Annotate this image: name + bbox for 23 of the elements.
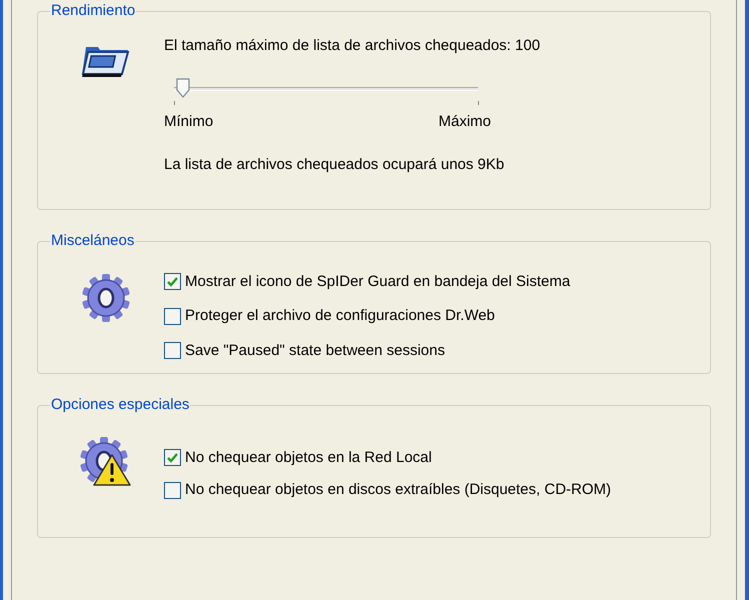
minimum-label: Mínimo — [164, 112, 214, 132]
checkmark-icon — [167, 452, 178, 463]
gear-icon — [81, 272, 131, 322]
checkbox[interactable] — [164, 342, 181, 360]
checkbox-label: Proteger el archivo de configuraciones Dr.Web — [185, 306, 495, 326]
checkbox[interactable] — [164, 308, 181, 325]
slider-thumb[interactable] — [176, 78, 190, 98]
max-size-label: El tamaño máximo de lista de archivos chequeados: 100 — [164, 36, 540, 56]
checkbox-label: No chequear objetos en la Red Local — [185, 448, 432, 468]
checkbox-label: No chequear objetos en discos extraíbles (Disquetes, CD-ROM) — [185, 480, 612, 500]
checkbox[interactable] — [164, 449, 181, 466]
checkbox-label: Save "Paused" state between sessions — [185, 340, 445, 360]
checkbox-label: Mostrar el icono de SpIDer Guard en bandeja del Sistema — [185, 272, 570, 292]
checkbox[interactable] — [164, 482, 181, 499]
group-title: Misceláneos — [50, 231, 136, 251]
checkbox[interactable] — [164, 273, 181, 290]
gear-warning-icon — [80, 436, 132, 486]
checkmark-icon — [167, 276, 178, 287]
group-title: Rendimiento — [50, 1, 136, 21]
maximum-label: Máximo — [438, 112, 491, 132]
list-size-note: La lista de archivos chequeados ocupará unos 9Kb — [164, 154, 506, 174]
slider-track[interactable] — [174, 77, 478, 99]
group-title: Opciones especiales — [50, 395, 190, 415]
